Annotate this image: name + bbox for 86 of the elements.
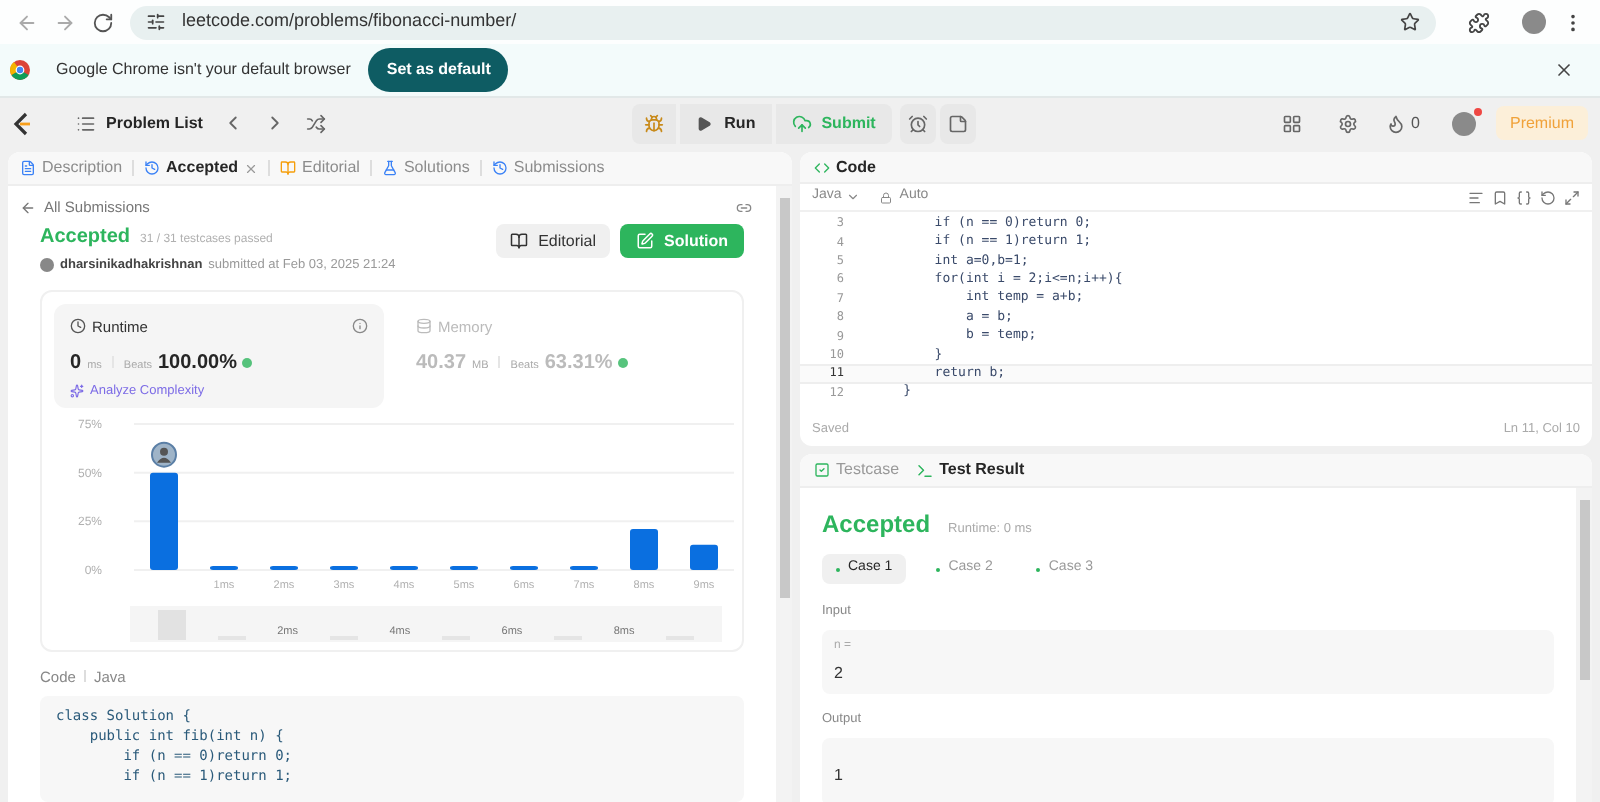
clock-icon (70, 318, 86, 335)
problem-list-button[interactable]: Problem List (76, 111, 203, 135)
brush-bar (157, 609, 186, 640)
flask-icon (381, 160, 398, 176)
chart-bar (150, 472, 178, 570)
history-icon (491, 160, 508, 176)
panel-tab[interactable]: Accepted (144, 156, 259, 180)
profile-avatar[interactable] (1522, 10, 1546, 34)
chart-bar (270, 565, 298, 570)
infobar-message: Google Chrome isn't your default browser (56, 58, 351, 82)
flame-icon[interactable] (1385, 113, 1406, 133)
chart-bar (450, 565, 478, 570)
chart-bar (570, 565, 598, 570)
reload-icon[interactable] (92, 11, 114, 33)
result-status: Accepted (822, 508, 931, 542)
memory-icon (416, 318, 432, 335)
alarm-clock-icon (907, 113, 928, 133)
status-text: Accepted (40, 224, 131, 252)
reset-icon[interactable] (1540, 189, 1556, 205)
chrome-logo-icon (10, 60, 30, 80)
book-icon (510, 232, 529, 250)
edit-icon (636, 232, 654, 250)
user-avatar[interactable] (1451, 111, 1476, 135)
stat-value: 40.37 (416, 350, 467, 378)
book-icon (280, 160, 297, 176)
document-icon (20, 160, 36, 176)
notes-button[interactable] (939, 103, 976, 143)
input-value: 2 (834, 661, 845, 686)
chart-bar (630, 528, 658, 570)
play-icon (696, 115, 713, 131)
code-icon (814, 159, 830, 175)
shuffle-icon[interactable] (306, 113, 327, 133)
bug-icon (644, 113, 665, 133)
streak-count: 0 (1411, 111, 1420, 135)
chart-bar (510, 565, 538, 570)
panel-tab[interactable]: Test Result (915, 458, 1025, 482)
chevron-icon (845, 190, 860, 204)
cloud-upload-icon (791, 113, 812, 133)
output-value: 1 (834, 765, 843, 783)
url-text: leetcode.com/problems/fibonacci-number/ (182, 8, 517, 35)
checkbox-icon (814, 462, 830, 478)
lock-icon (879, 191, 892, 203)
debug-button[interactable] (632, 103, 677, 143)
terminal-icon (915, 461, 934, 479)
history-icon (144, 160, 161, 176)
braces-icon[interactable] (1516, 189, 1532, 205)
avatar-icon (151, 441, 177, 468)
close-icon[interactable] (1554, 60, 1574, 80)
stat-value: 0 (70, 350, 82, 378)
settings-icon[interactable] (1337, 113, 1358, 133)
beats-percent: 100.00% (157, 350, 237, 378)
chart-bar (330, 565, 358, 570)
bookmark-icon[interactable] (1492, 189, 1508, 205)
note-icon (947, 113, 968, 133)
panel-tab[interactable]: Solutions (381, 156, 470, 180)
back-arrow-icon (20, 200, 36, 216)
set-default-button[interactable]: Set as default (368, 48, 509, 92)
panel-tab[interactable]: Testcase (814, 458, 900, 482)
panel-title: Code (836, 155, 876, 179)
panel-tab[interactable]: Submissions (491, 156, 605, 180)
badge-icon (618, 358, 629, 368)
list-icon (76, 113, 96, 133)
panel-tab[interactable]: Description (20, 156, 123, 180)
share-icon[interactable] (736, 200, 752, 216)
timer-button[interactable] (899, 103, 936, 143)
sparkles-icon (70, 384, 84, 399)
format-icon[interactable] (1468, 189, 1484, 205)
expand-icon[interactable] (1564, 189, 1580, 205)
chart-bar (390, 565, 418, 570)
chart-bar (210, 565, 238, 570)
solution-button[interactable]: Solution (620, 224, 744, 258)
bookmark-star-icon[interactable] (1400, 12, 1420, 32)
chart-bar (690, 544, 718, 570)
panel-tab[interactable]: Editorial (280, 156, 360, 180)
address-bar[interactable]: leetcode.com/problems/fibonacci-number/ (130, 5, 1436, 39)
run-button[interactable]: Run (680, 103, 772, 143)
info-icon[interactable] (352, 318, 368, 335)
beats-percent: 63.31% (544, 350, 613, 378)
user-avatar (40, 258, 54, 273)
logo-icon[interactable] (12, 111, 32, 135)
extensions-icon[interactable] (1468, 11, 1490, 33)
layout-icon[interactable] (1281, 113, 1302, 133)
editorial-button[interactable]: Editorial (496, 224, 610, 258)
badge-icon (242, 358, 253, 368)
site-info-icon[interactable] (146, 12, 166, 32)
submit-button[interactable]: Submit (775, 103, 892, 143)
